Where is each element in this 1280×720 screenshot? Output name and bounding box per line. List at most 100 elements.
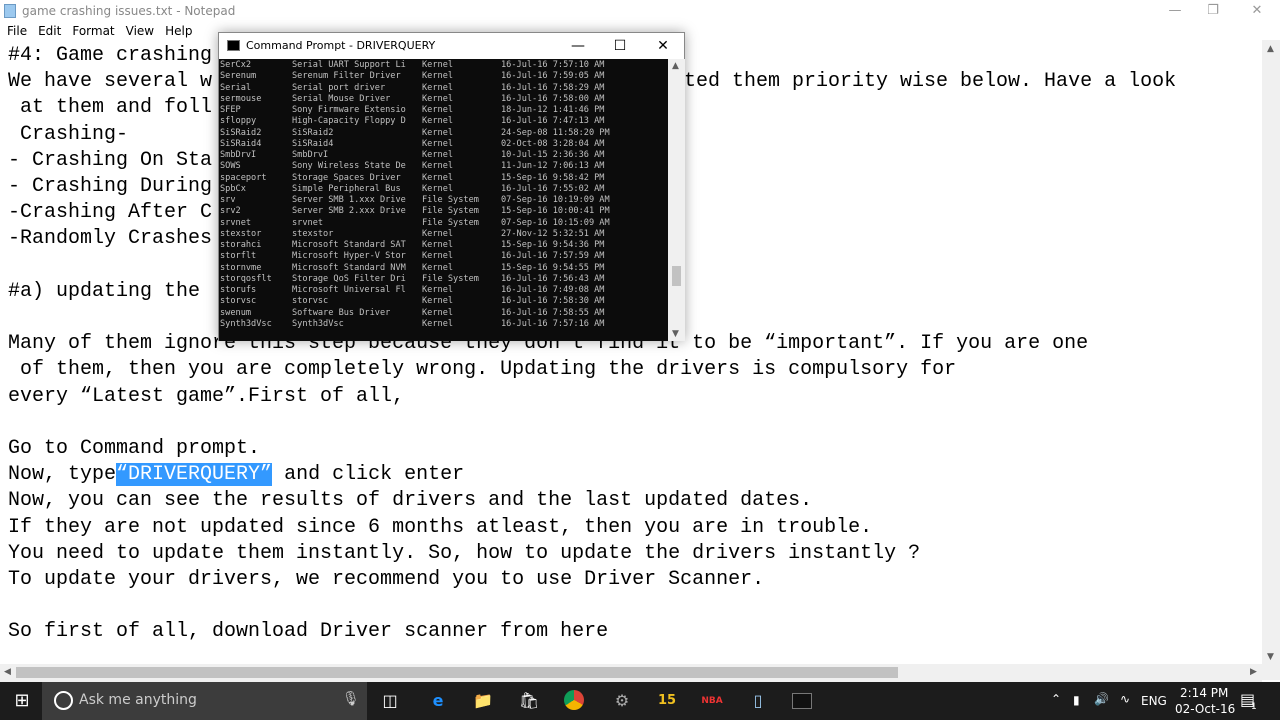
app-icon[interactable]: ⚙	[611, 690, 633, 712]
driver-row: SiSRaid4 SiSRaid4 Kernel 02-Oct-08 3:28:04 …	[219, 139, 668, 150]
scroll-thumb[interactable]	[16, 667, 898, 678]
cortana-icon	[54, 691, 73, 710]
driver-module-name: SiSRaid4	[220, 138, 262, 149]
driver-link-date: 02-Oct-08 3:28:04 AM	[501, 138, 605, 149]
driver-module-name: Serial	[220, 82, 252, 93]
text-line: We have several w	[8, 69, 212, 95]
menu-file[interactable]: File	[7, 22, 27, 38]
cmd-close-button[interactable]: ✕	[641, 33, 685, 59]
driver-type: Kernel	[422, 240, 454, 251]
driver-type: Kernel	[422, 93, 454, 104]
file-explorer-icon[interactable]: 📁	[472, 690, 494, 712]
cmd-maximize-button[interactable]: ☐	[598, 33, 642, 59]
vertical-scrollbar[interactable]: ▲ ▼	[1262, 40, 1280, 680]
line-text: every “Latest game”.First of all,	[8, 384, 405, 408]
menu-bar: File Edit Format View Help	[0, 22, 196, 40]
close-button[interactable]: ✕	[1234, 0, 1280, 22]
store-icon[interactable]: 🛍	[518, 690, 540, 712]
nba-2k17-icon[interactable]: NBA	[701, 690, 723, 712]
volume-icon[interactable]: 🔊	[1094, 692, 1109, 706]
show-hidden-icons[interactable]: ⌃	[1051, 692, 1061, 706]
cmd-scroll-thumb[interactable]	[672, 266, 681, 286]
restore-button[interactable]: ❐	[1190, 0, 1236, 22]
driver-display-name: Microsoft Hyper-V Stor	[292, 251, 406, 262]
driver-row: storvsc storvsc Kernel 16-Jul-16 7:58:30 AM	[219, 296, 668, 307]
clock-time[interactable]: 2:14 PM	[1180, 686, 1228, 700]
driver-display-name: storvsc	[292, 296, 329, 307]
pes-15-icon[interactable]: 15	[656, 690, 678, 712]
driver-link-date: 15-Sep-16 9:54:36 PM	[501, 240, 605, 251]
driver-module-name: spaceport	[220, 172, 267, 183]
driver-row: SFEP Sony Firmware Extensio Kernel 18-Jun-1…	[219, 105, 668, 116]
driver-link-date: 15-Sep-16 10:00:41 PM	[501, 206, 610, 217]
task-view-icon[interactable]: ◫	[379, 690, 401, 712]
microphone-icon[interactable]: 🎙	[342, 691, 360, 707]
windows-start-icon[interactable]: ⊞	[11, 690, 33, 712]
driver-link-date: 16-Jul-16 7:58:55 AM	[501, 307, 605, 318]
driver-row: storqosflt Storage QoS Filter Dri File Sys…	[219, 274, 668, 285]
cmd-scrollbar[interactable]: ▲ ▼	[668, 59, 685, 341]
line-text: #4: Game crashing	[8, 44, 213, 67]
driver-display-name: Microsoft Universal Fl	[292, 285, 406, 296]
text-line: Go to Command prompt.	[8, 436, 260, 462]
clock-date[interactable]: 02-Oct-16	[1175, 702, 1235, 716]
cmd-minimize-button[interactable]: —	[556, 33, 600, 59]
driver-module-name: storufs	[220, 285, 257, 296]
edge-icon[interactable]: e	[427, 690, 449, 712]
horizontal-scrollbar[interactable]: ◀ ▶	[0, 664, 1262, 682]
driver-row: SerCx2 Serial UART Support Li Kernel 16-Jul…	[219, 60, 668, 71]
driver-module-name: sfloppy	[220, 116, 257, 127]
driver-module-name: storvsc	[220, 296, 257, 307]
driver-type: Kernel	[422, 307, 454, 318]
driver-link-date: 27-Nov-12 5:32:51 AM	[501, 228, 605, 239]
driver-module-name: storflt	[220, 251, 257, 262]
menu-view[interactable]: View	[126, 22, 154, 38]
driver-link-date: 16-Jul-16 7:56:43 AM	[501, 273, 605, 284]
driver-link-date: 15-Sep-16 9:58:42 PM	[501, 172, 605, 183]
driver-row: storflt Microsoft Hyper-V Stor Kernel 16-Ju…	[219, 251, 668, 262]
driver-row: srv2 Server SMB 2.xxx Drive File System 15-…	[219, 206, 668, 217]
driver-module-name: swenum	[220, 307, 252, 318]
language-indicator[interactable]: ENG	[1141, 694, 1167, 708]
driver-type: Kernel	[422, 60, 454, 70]
text-line: If they are not updated since 6 months a…	[8, 515, 872, 541]
wifi-icon[interactable]: ∿	[1120, 692, 1130, 706]
line-text: Now, type	[8, 463, 117, 487]
notepad-taskbar-icon[interactable]: ▯	[747, 690, 769, 712]
driver-module-name: SFEP	[220, 105, 241, 116]
driver-type: Kernel	[422, 105, 454, 116]
menu-edit[interactable]: Edit	[38, 22, 61, 38]
command-prompt-window[interactable]: Command Prompt - DRIVERQUERY — ☐ ✕ SerCx…	[218, 32, 685, 341]
driver-display-name: Serial Mouse Driver	[292, 93, 391, 104]
battery-icon[interactable]: ▮	[1073, 693, 1080, 707]
text-line: - Crashing During	[8, 174, 212, 200]
driver-type: Kernel	[422, 71, 454, 82]
search-placeholder: Ask me anything	[79, 692, 197, 708]
driver-display-name: Sony Wireless State De	[292, 161, 406, 172]
selected-text[interactable]: “DRIVERQUERY”	[116, 463, 273, 487]
line-text: at them and foll	[8, 96, 213, 120]
driver-display-name: Storage QoS Filter Dri	[292, 273, 406, 284]
line-text: Crashing-	[8, 122, 129, 146]
menu-help[interactable]: Help	[165, 22, 192, 38]
line-text: If they are not updated since 6 months a…	[8, 515, 873, 539]
driver-row: storahci Microsoft Standard SAT Kernel 15-S…	[219, 240, 668, 251]
chrome-icon[interactable]	[563, 690, 585, 712]
driver-type: Kernel	[422, 172, 454, 183]
command-prompt-taskbar-icon[interactable]	[792, 693, 812, 709]
line-text: #a) updating the	[8, 279, 213, 303]
cortana-search-box[interactable]: Ask me anything 🎙	[42, 682, 367, 720]
driver-display-name: Software Bus Driver	[292, 307, 391, 318]
text-line: To update your drivers, we recommend you…	[8, 567, 764, 593]
menu-format[interactable]: Format	[72, 22, 114, 38]
driver-type: Kernel	[422, 318, 454, 329]
driver-module-name: SerCx2	[220, 60, 252, 70]
line-text: - Crashing On Sta	[8, 148, 213, 172]
driver-module-name: storahci	[220, 240, 262, 251]
driver-link-date: 16-Jul-16 7:57:10 AM	[501, 60, 605, 70]
line-text: -Crashing After C	[8, 201, 213, 225]
driver-module-name: SpbCx	[220, 183, 246, 194]
notepad-icon	[4, 4, 16, 18]
driver-module-name: Serenum	[220, 71, 257, 82]
line-text-right: ted them priority wise below. Have a loo…	[684, 70, 1177, 94]
